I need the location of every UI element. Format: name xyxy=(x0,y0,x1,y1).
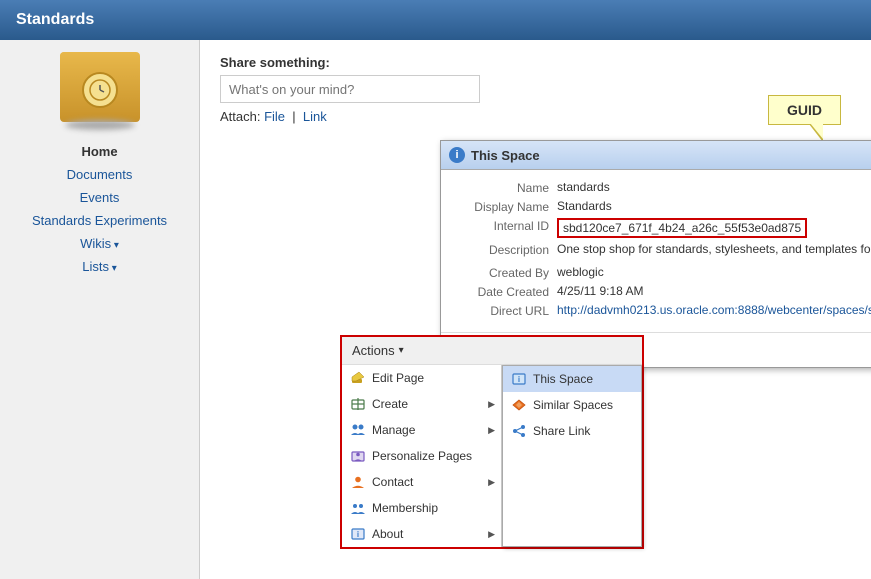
sidebar-item-wikis[interactable]: Wikis xyxy=(0,232,199,255)
menu-item-about-label: About xyxy=(372,527,403,541)
actions-submenu: i This Space Similar Spaces xyxy=(502,365,642,547)
share-link-icon xyxy=(511,423,527,439)
page-header: Standards xyxy=(0,0,871,40)
menu-item-personalize-pages-label: Personalize Pages xyxy=(372,449,472,463)
dialog-row-description: Description One stop shop for standards,… xyxy=(457,242,871,257)
similar-spaces-icon xyxy=(511,397,527,413)
actions-dropdown-arrow: ▾ xyxy=(399,345,404,356)
dialog-row-date-created: Date Created 4/25/11 9:18 AM xyxy=(457,284,871,299)
clock-icon xyxy=(88,78,112,102)
dialog-title-left: i This Space xyxy=(449,147,540,163)
attach-row: Attach: File | Link xyxy=(220,109,851,124)
submenu-item-this-space[interactable]: i This Space xyxy=(503,366,641,392)
menu-item-contact[interactable]: Contact xyxy=(342,469,501,495)
sidebar-logo xyxy=(0,50,199,130)
internal-id-value: sbd120ce7_671f_4b24_a26c_55f53e0ad875 xyxy=(557,218,807,238)
date-created-value: 4/25/11 9:18 AM xyxy=(557,284,644,298)
about-icon: i xyxy=(350,526,366,542)
actions-main-menu: Edit Page Create Manage xyxy=(342,365,502,547)
dialog-row-name: Name standards xyxy=(457,180,871,195)
this-space-icon: i xyxy=(511,371,527,387)
menu-item-membership[interactable]: Membership xyxy=(342,495,501,521)
sidebar-item-events[interactable]: Events xyxy=(0,186,199,209)
guid-callout: GUID xyxy=(768,95,841,125)
menu-item-membership-label: Membership xyxy=(372,501,438,515)
display-name-value: Standards xyxy=(557,199,612,213)
folder-shadow xyxy=(65,120,135,130)
attach-link-link[interactable]: Link xyxy=(303,109,327,124)
direct-url-label: Direct URL xyxy=(457,303,557,318)
name-label: Name xyxy=(457,180,557,195)
internal-id-label: Internal ID xyxy=(457,218,557,233)
submenu-item-share-link[interactable]: Share Link xyxy=(503,418,641,444)
edit-page-icon xyxy=(350,370,366,386)
menu-item-contact-label: Contact xyxy=(372,475,413,489)
main-layout: Home Documents Events Standards Experime… xyxy=(0,40,871,579)
actions-header[interactable]: Actions ▾ xyxy=(342,337,642,365)
content-area: Share something: Attach: File | Link GUI… xyxy=(200,40,871,579)
dialog-titlebar: i This Space ✕ xyxy=(441,141,871,170)
actions-menu-area: Actions ▾ Edit Page Create xyxy=(340,335,644,549)
menu-item-create[interactable]: Create xyxy=(342,391,501,417)
dialog-row-created-by: Created By weblogic xyxy=(457,265,871,280)
menu-container: Edit Page Create Manage xyxy=(342,365,642,547)
submenu-item-similar-spaces[interactable]: Similar Spaces xyxy=(503,392,641,418)
menu-item-about[interactable]: i About xyxy=(342,521,501,547)
display-name-label: Display Name xyxy=(457,199,557,214)
folder-body xyxy=(60,52,140,122)
dialog-row-internal-id: Internal ID sbd120ce7_671f_4b24_a26c_55f… xyxy=(457,218,871,238)
dialog-row-direct-url: Direct URL http://dadvmh0213.us.oracle.c… xyxy=(457,303,871,318)
sidebar-item-lists[interactable]: Lists xyxy=(0,255,199,278)
dialog-body: Name standards Display Name Standards In… xyxy=(441,170,871,332)
personalize-pages-icon xyxy=(350,448,366,464)
menu-item-manage-label: Manage xyxy=(372,423,415,437)
menu-item-personalize-pages[interactable]: Personalize Pages xyxy=(342,443,501,469)
menu-item-create-label: Create xyxy=(372,397,408,411)
dialog-row-display-name: Display Name Standards xyxy=(457,199,871,214)
svg-text:i: i xyxy=(518,375,520,384)
direct-url-value[interactable]: http://dadvmh0213.us.oracle.com:8888/web… xyxy=(557,303,871,317)
this-space-dialog: i This Space ✕ Name standards Display Na… xyxy=(440,140,871,368)
share-input[interactable] xyxy=(220,75,480,103)
manage-icon xyxy=(350,422,366,438)
svg-text:i: i xyxy=(357,530,359,539)
menu-item-edit-page[interactable]: Edit Page xyxy=(342,365,501,391)
description-value: One stop shop for standards, stylesheets… xyxy=(557,242,871,256)
share-label: Share something: xyxy=(220,55,851,70)
folder-icon xyxy=(60,50,140,130)
menu-item-edit-page-label: Edit Page xyxy=(372,371,424,385)
dialog-info-icon: i xyxy=(449,147,465,163)
create-icon xyxy=(350,396,366,412)
created-by-value: weblogic xyxy=(557,265,604,279)
sidebar-item-home[interactable]: Home xyxy=(0,140,199,163)
sidebar: Home Documents Events Standards Experime… xyxy=(0,40,200,579)
date-created-label: Date Created xyxy=(457,284,557,299)
attach-label: Attach: xyxy=(220,109,260,124)
sidebar-nav: Home Documents Events Standards Experime… xyxy=(0,140,199,278)
sidebar-item-standards-experiments[interactable]: Standards Experiments xyxy=(0,209,199,232)
menu-item-manage[interactable]: Manage xyxy=(342,417,501,443)
submenu-item-this-space-label: This Space xyxy=(533,372,593,386)
attach-file-link[interactable]: File xyxy=(264,109,285,124)
guid-text: GUID xyxy=(787,102,822,118)
contact-icon xyxy=(350,474,366,490)
submenu-item-share-link-label: Share Link xyxy=(533,424,590,438)
membership-icon xyxy=(350,500,366,516)
sidebar-item-documents[interactable]: Documents xyxy=(0,163,199,186)
actions-label: Actions xyxy=(352,343,395,358)
folder-clock xyxy=(82,72,118,108)
description-label: Description xyxy=(457,242,557,257)
created-by-label: Created By xyxy=(457,265,557,280)
submenu-item-similar-spaces-label: Similar Spaces xyxy=(533,398,613,412)
dialog-title: This Space xyxy=(471,148,540,163)
header-title: Standards xyxy=(16,11,94,29)
name-value: standards xyxy=(557,180,610,194)
